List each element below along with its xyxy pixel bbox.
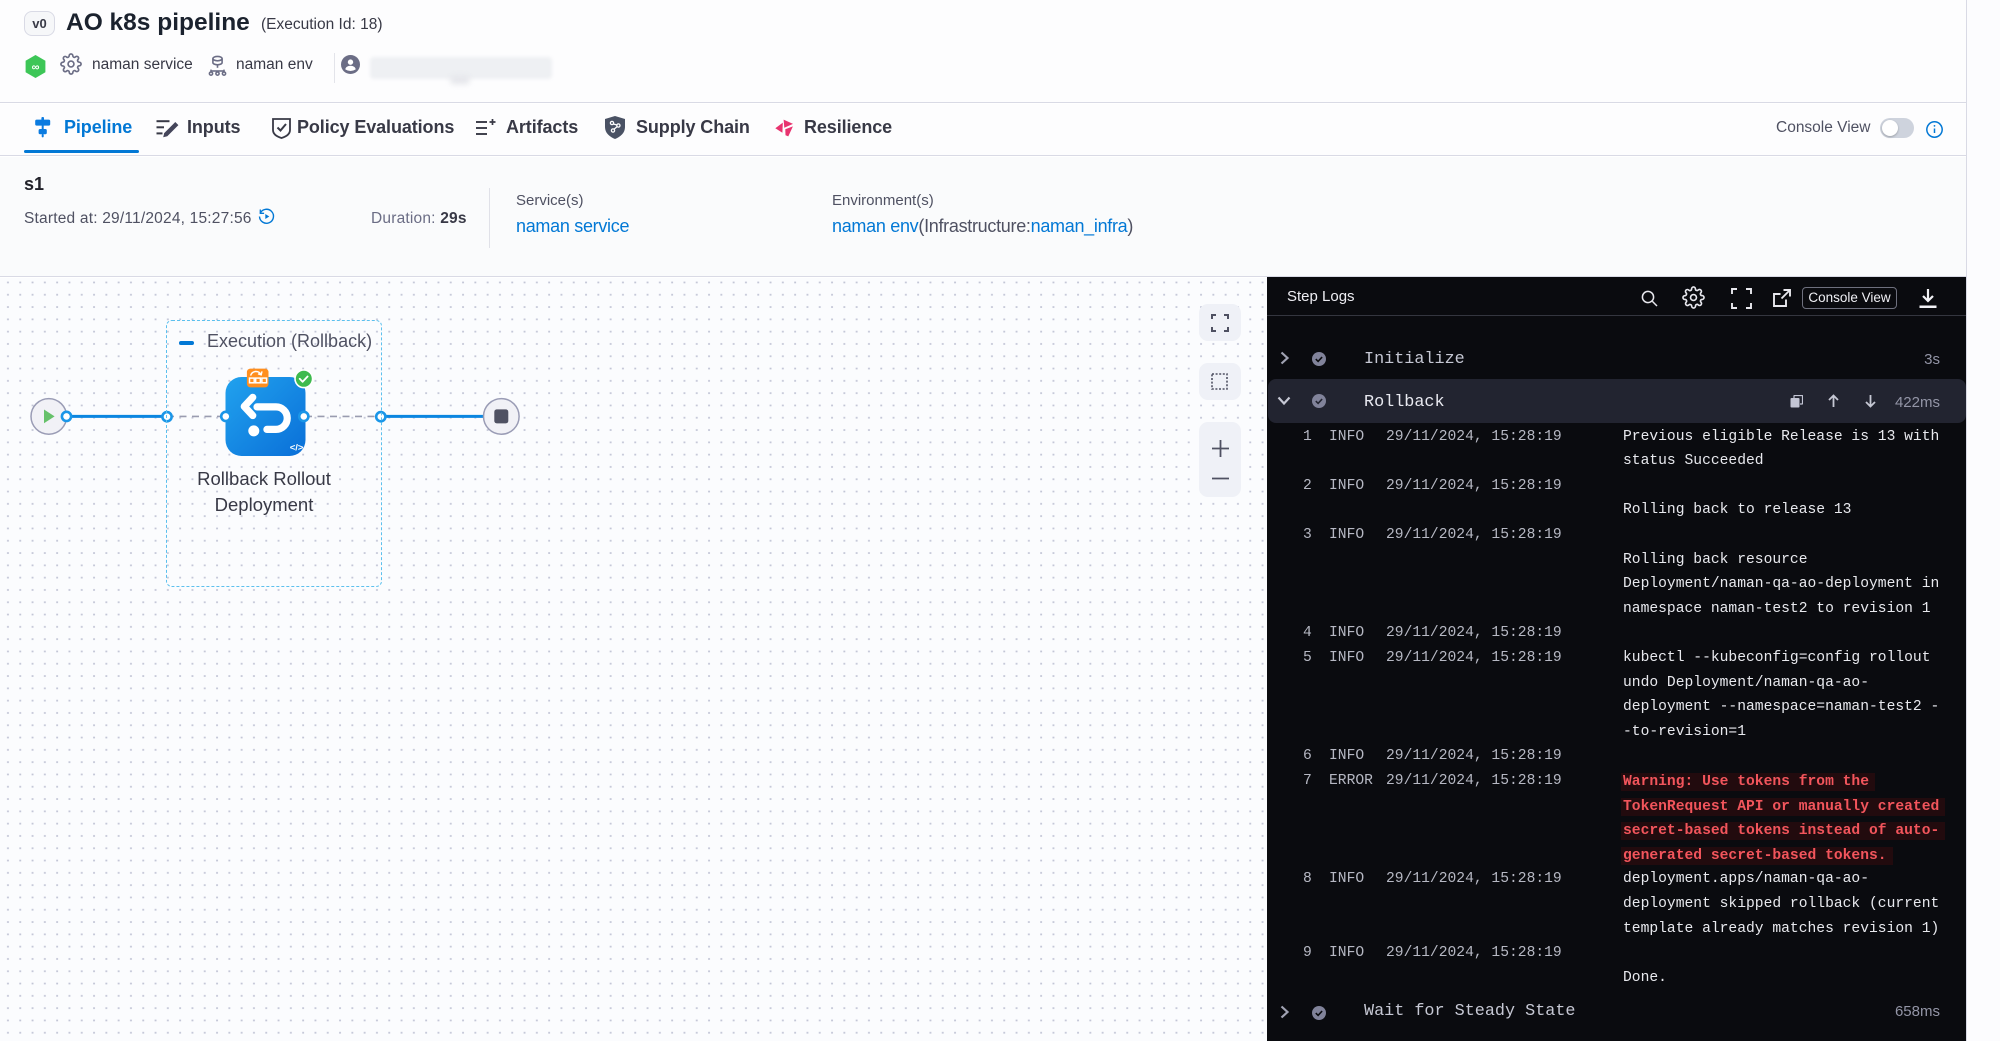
svg-text:∞: ∞ [32, 62, 40, 74]
